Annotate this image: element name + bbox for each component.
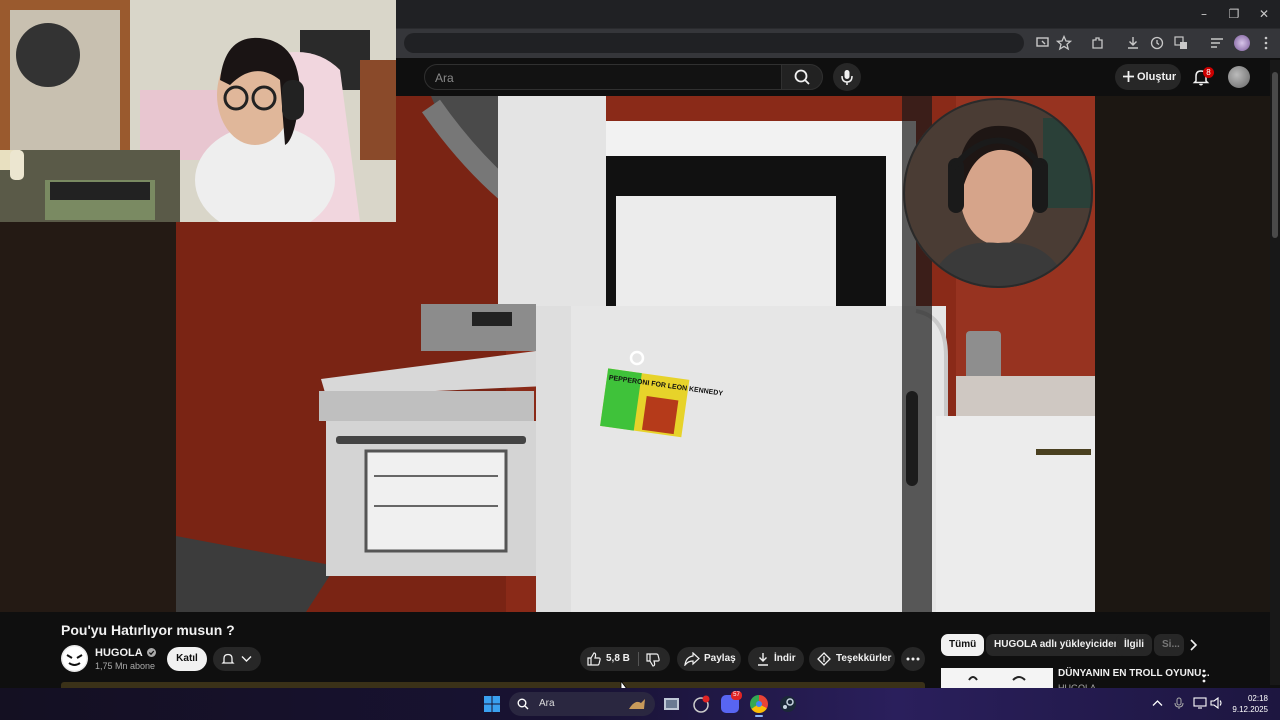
super-thanks-icon bbox=[817, 652, 831, 666]
channel-name[interactable]: HUGOLA bbox=[95, 647, 157, 659]
history-icon[interactable] bbox=[1149, 35, 1165, 51]
guest-webcam-overlay bbox=[903, 98, 1093, 288]
maximize-button[interactable]: ❐ bbox=[1226, 6, 1242, 22]
windows-start-icon[interactable] bbox=[484, 696, 500, 712]
webcam-scene bbox=[0, 0, 396, 222]
search-button[interactable] bbox=[781, 64, 823, 90]
close-button[interactable]: ✕ bbox=[1256, 6, 1272, 22]
create-label: Oluştur bbox=[1137, 71, 1177, 83]
thumbnail-image bbox=[968, 676, 1026, 681]
download-button[interactable]: İndir bbox=[748, 647, 804, 671]
channel-avatar[interactable] bbox=[61, 645, 88, 672]
verified-check-icon bbox=[147, 648, 157, 657]
notification-badge: 8 bbox=[1203, 67, 1214, 78]
taskbar-date[interactable]: 9.12.2025 bbox=[1226, 705, 1268, 714]
like-dislike-group: 5,8 B bbox=[580, 647, 670, 671]
bookmark-star-icon[interactable] bbox=[1056, 35, 1072, 51]
plus-icon bbox=[1123, 71, 1134, 82]
steam-icon[interactable] bbox=[779, 695, 797, 713]
more-vertical-icon[interactable] bbox=[1200, 668, 1208, 684]
chrome-center bbox=[756, 701, 762, 707]
more-horizontal-icon bbox=[906, 657, 920, 661]
tray-network-icon[interactable] bbox=[1193, 697, 1207, 709]
create-button[interactable]: Oluştur bbox=[1115, 64, 1181, 90]
thanks-label: Teşekkürler bbox=[836, 653, 892, 664]
like-divider bbox=[638, 652, 639, 666]
voice-search-button[interactable] bbox=[833, 63, 861, 91]
microphone-icon bbox=[841, 70, 853, 85]
download-arrow-icon bbox=[758, 653, 768, 666]
address-field[interactable] bbox=[404, 33, 1024, 53]
guest-cam-scene bbox=[903, 98, 1093, 288]
browser-titlebar bbox=[396, 0, 1280, 28]
tray-chevron-up-icon[interactable] bbox=[1152, 699, 1163, 707]
streamer-webcam-overlay bbox=[0, 0, 396, 222]
thumbs-up-icon[interactable] bbox=[586, 651, 602, 667]
scrollbar-thumb[interactable] bbox=[1272, 72, 1278, 238]
video-letterbox-right bbox=[1095, 96, 1270, 612]
video-letterbox-left bbox=[0, 222, 176, 612]
search-icon bbox=[794, 69, 810, 85]
chrome-active-indicator bbox=[755, 715, 763, 717]
recommended-title[interactable]: DÜNYANIN EN TROLL OYUNU... bbox=[1058, 668, 1210, 679]
channel-logo-icon bbox=[62, 646, 87, 671]
taskbar-search-label: Ara bbox=[539, 698, 555, 709]
bell-icon bbox=[221, 653, 235, 664]
thanks-button[interactable]: Teşekkürler bbox=[809, 647, 895, 671]
file-explorer-icon[interactable] bbox=[663, 696, 680, 711]
tray-microphone-icon[interactable] bbox=[1174, 697, 1184, 710]
subscriber-count: 1,75 Mn abone bbox=[95, 661, 156, 671]
extensions-icon[interactable] bbox=[1090, 35, 1106, 51]
app-icon-red-badge[interactable] bbox=[692, 695, 710, 713]
account-avatar[interactable] bbox=[1228, 66, 1250, 88]
taskbar-clock[interactable]: 02:18 bbox=[1226, 694, 1268, 703]
search-input[interactable]: Ara bbox=[424, 64, 782, 90]
translate-icon[interactable] bbox=[1173, 35, 1189, 51]
chip-from-uploader[interactable]: HUGOLA adlı yükleyiciden bbox=[986, 634, 1128, 656]
share-button[interactable]: Paylaş bbox=[677, 647, 741, 671]
chevron-right-icon[interactable] bbox=[1186, 638, 1200, 652]
install-app-icon[interactable] bbox=[1035, 35, 1051, 51]
join-button[interactable]: Katıl bbox=[167, 647, 207, 671]
taskbar-search-icon bbox=[517, 698, 529, 710]
chevron-down-icon bbox=[241, 656, 252, 662]
subscribe-notifications-button[interactable] bbox=[213, 647, 261, 671]
search-highlight-icon bbox=[629, 699, 645, 709]
chip-all[interactable]: Tümü bbox=[941, 634, 985, 656]
discord-badge: 57 bbox=[731, 691, 742, 700]
thumbs-down-icon[interactable] bbox=[645, 652, 661, 668]
download-label: İndir bbox=[774, 653, 796, 664]
share-icon bbox=[684, 652, 700, 666]
recommended-thumbnail[interactable] bbox=[941, 668, 1053, 688]
video-title: Pou'yu Hatırlıyor musun ? bbox=[61, 622, 235, 638]
browser-menu-icon[interactable] bbox=[1258, 35, 1274, 51]
tray-volume-icon[interactable] bbox=[1210, 697, 1224, 709]
chip-more[interactable]: Si... bbox=[1154, 634, 1184, 656]
like-count[interactable]: 5,8 B bbox=[606, 647, 630, 671]
download-icon[interactable] bbox=[1125, 35, 1141, 51]
profile-avatar[interactable] bbox=[1234, 35, 1250, 51]
channel-name-text: HUGOLA bbox=[95, 647, 143, 659]
share-label: Paylaş bbox=[704, 653, 736, 664]
more-actions-button[interactable] bbox=[901, 647, 925, 671]
taskbar-search[interactable]: Ara bbox=[509, 692, 655, 716]
reading-list-icon[interactable] bbox=[1209, 35, 1225, 51]
minimize-button[interactable]: – bbox=[1196, 6, 1212, 22]
chip-related[interactable]: İlgili bbox=[1116, 634, 1152, 656]
